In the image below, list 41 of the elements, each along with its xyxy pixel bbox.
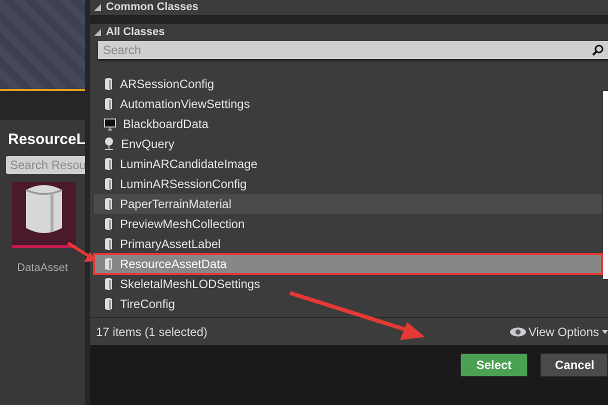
class-list-item[interactable]: PrimaryAssetLabel <box>94 234 602 254</box>
class-list-item[interactable]: BlackboardData <box>94 114 602 134</box>
caret-icon <box>602 330 608 334</box>
class-icon <box>104 297 113 311</box>
asset-label: DataAsset <box>16 261 69 276</box>
class-list-item[interactable]: LuminARCandidateImage <box>94 154 602 174</box>
class-list-item[interactable]: AutomationViewSettings <box>94 94 602 114</box>
class-list-item[interactable]: PaperTerrainMaterial <box>94 194 602 214</box>
asset-thumbnail[interactable] <box>12 182 76 248</box>
search-field[interactable]: Search <box>98 41 608 59</box>
monitor-icon <box>104 118 116 130</box>
cancel-button[interactable]: Cancel <box>540 353 608 377</box>
class-icon <box>104 197 113 211</box>
class-icon <box>104 177 113 191</box>
class-list-item[interactable]: ResourceAssetData <box>94 254 602 274</box>
section-header[interactable]: Common Classes <box>106 0 198 16</box>
class-list-item[interactable]: PreviewMeshCollection <box>94 214 602 234</box>
class-list-item[interactable]: EnvQuery <box>94 134 602 154</box>
expander-icon[interactable] <box>94 4 101 11</box>
panel-title: ResourceL <box>7 130 85 150</box>
scrollbar[interactable] <box>603 91 608 279</box>
class-icon <box>104 257 113 271</box>
search-field[interactable]: Search Resou <box>6 156 85 174</box>
class-list-item[interactable]: SkeletalMeshLODSettings <box>94 274 602 294</box>
class-list-item[interactable]: LuminARSessionConfig <box>94 174 602 194</box>
class-icon <box>104 237 113 251</box>
class-icon <box>104 77 113 91</box>
annotation-arrow <box>67 242 96 262</box>
class-icon <box>104 157 113 171</box>
class-list-item[interactable]: TireConfig <box>94 294 602 314</box>
eye-icon <box>510 326 526 336</box>
view-options-button[interactable]: View Options <box>510 322 608 340</box>
class-icon <box>104 277 113 291</box>
class-icon <box>104 97 113 111</box>
class-list-item[interactable]: ARSessionConfig <box>94 74 602 94</box>
expander-icon[interactable] <box>94 28 101 36</box>
status-text: 17 items (1 selected) <box>96 324 208 340</box>
class-icon <box>104 217 113 231</box>
pin-icon <box>104 137 114 151</box>
search-icon <box>592 44 604 56</box>
section-header[interactable]: All Classes <box>106 24 165 40</box>
